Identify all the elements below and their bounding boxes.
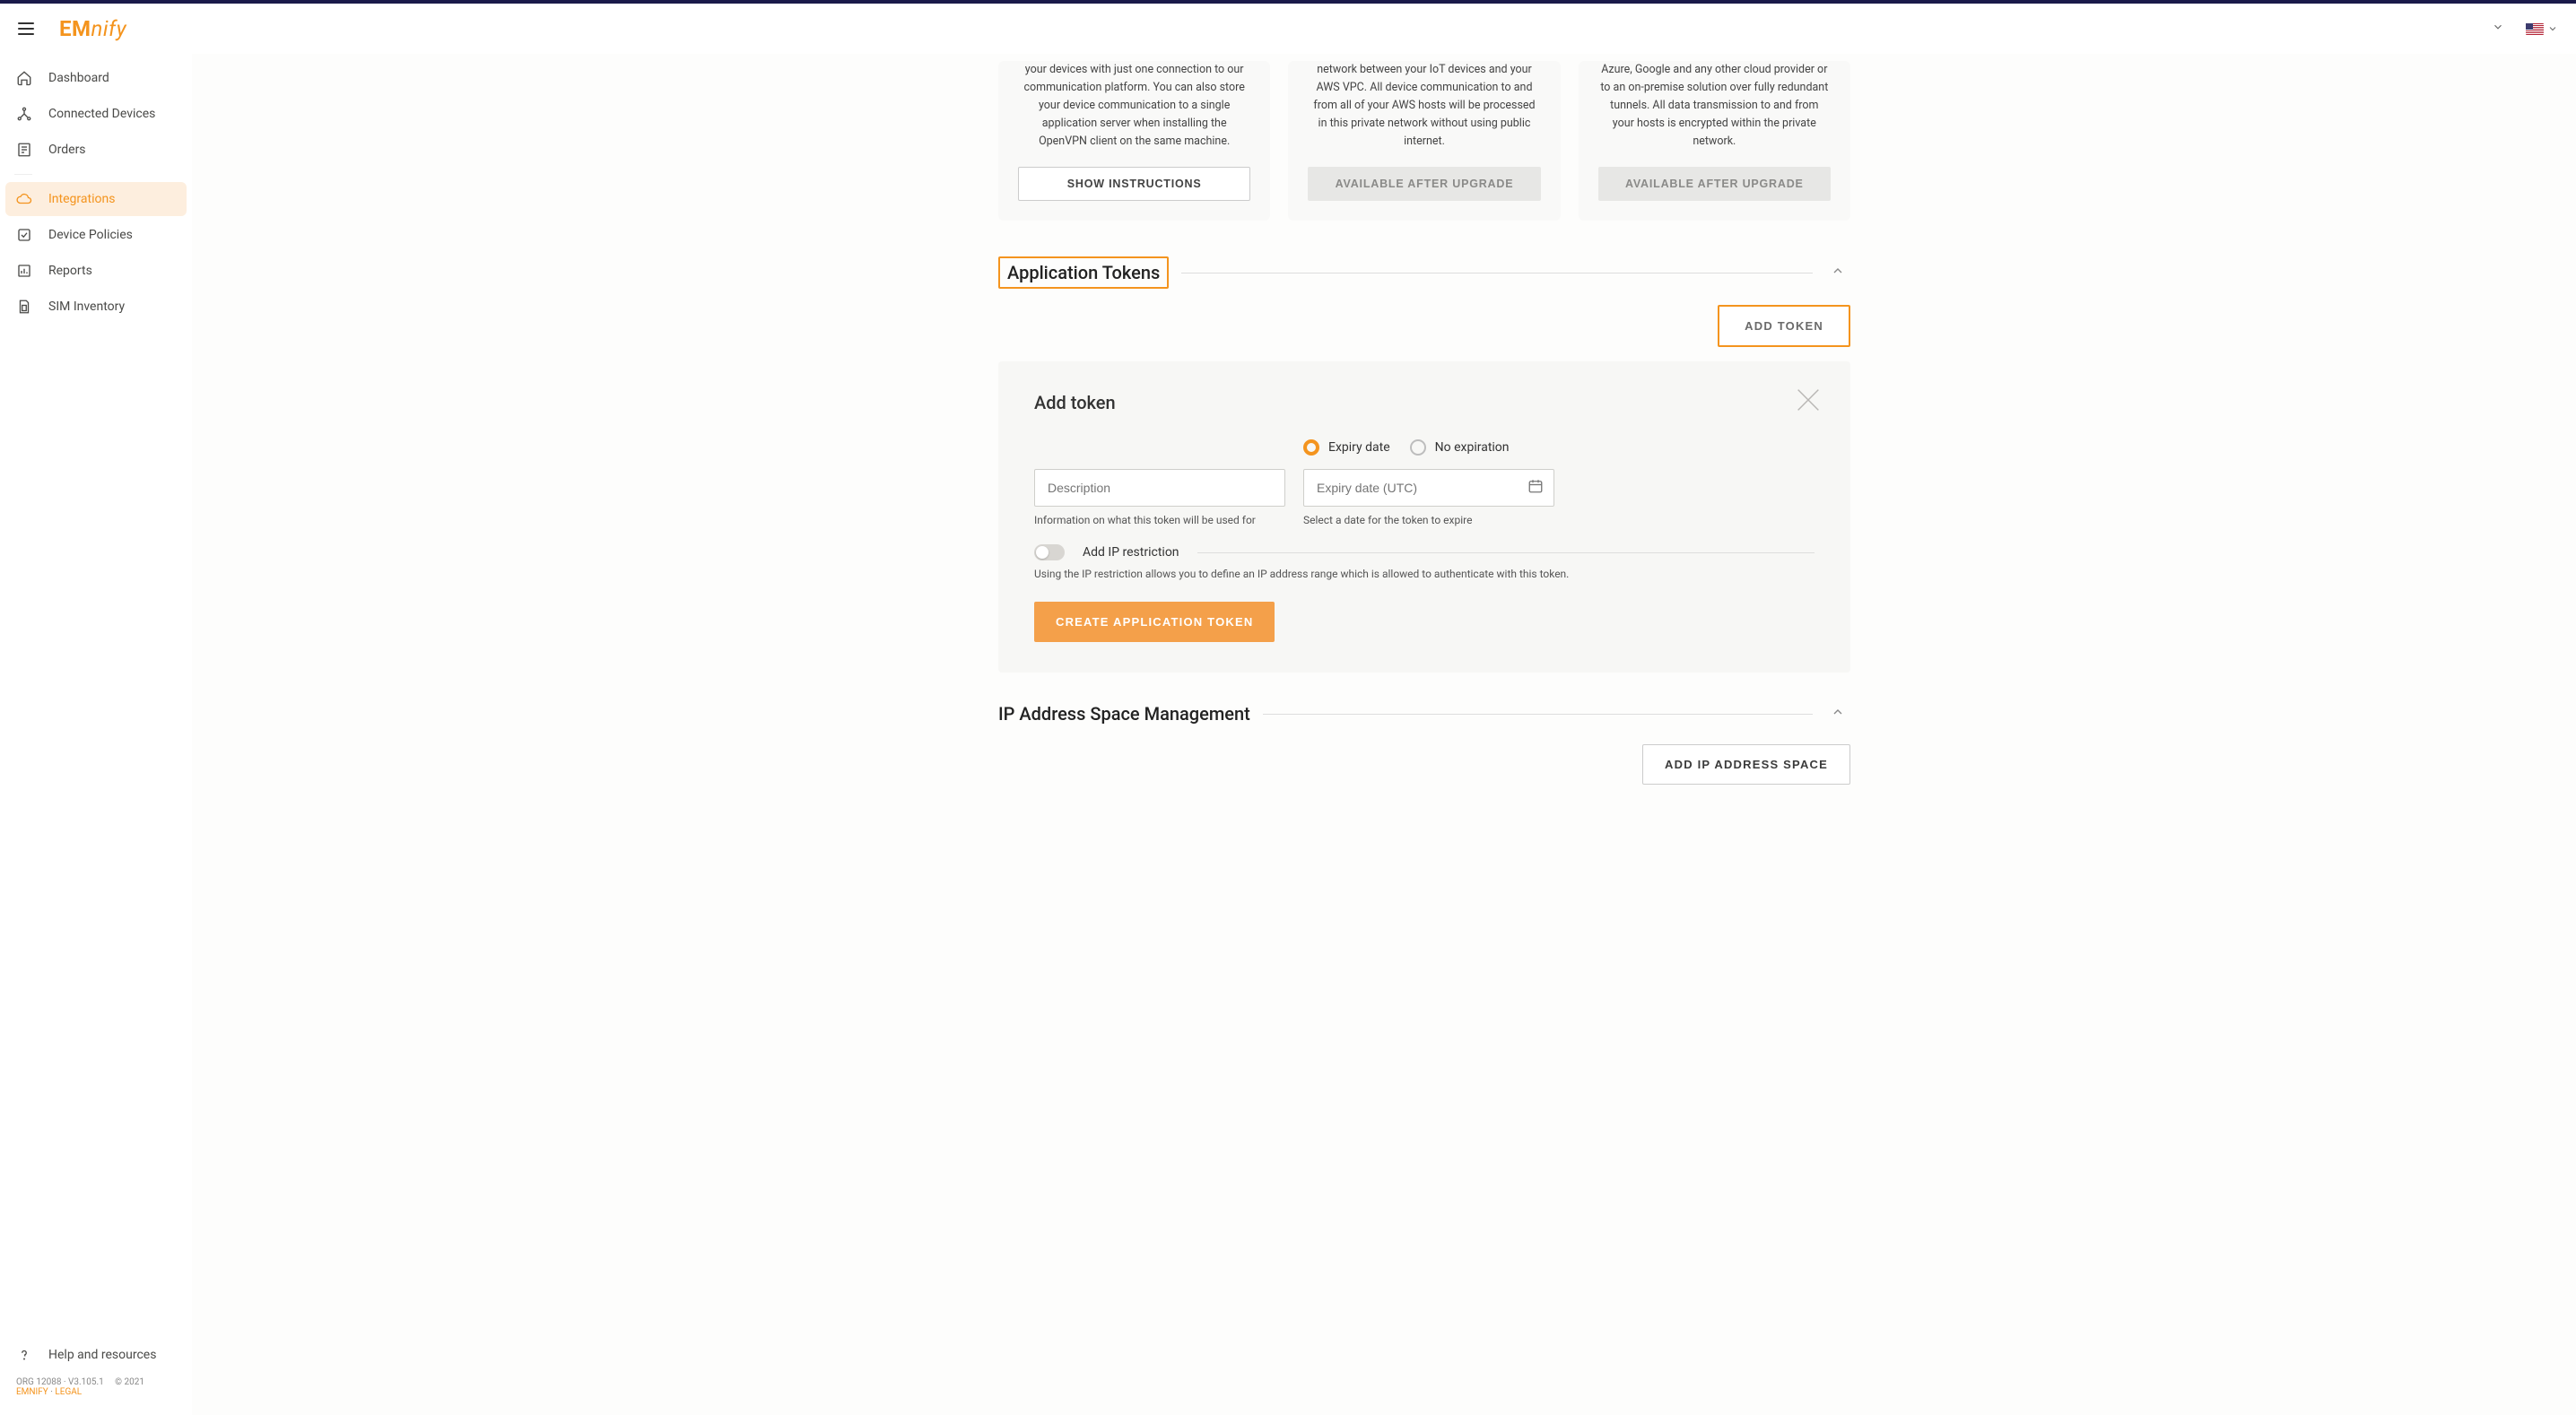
section-application-tokens-header: Application Tokens <box>998 256 1850 289</box>
ip-restriction-toggle[interactable] <box>1034 544 1065 560</box>
sidebar: Dashboard Connected Devices Orders Integ <box>0 4 192 1415</box>
radio-label: Expiry date <box>1328 440 1390 455</box>
section-title: IP Address Space Management <box>998 703 1250 725</box>
footer-org: ORG 12088 · V3.105.1 <box>16 1377 104 1387</box>
expiry-date-input[interactable] <box>1303 469 1554 507</box>
description-input[interactable] <box>1034 469 1285 507</box>
card-description: network between your IoT devices and you… <box>1308 61 1540 151</box>
footer-meta: ORG 12088 · V3.105.1 © 2021 EMNIFY · LEG… <box>11 1372 181 1406</box>
upgrade-required-button: AVAILABLE AFTER UPGRADE <box>1598 167 1831 201</box>
sidebar-item-connected-devices[interactable]: Connected Devices <box>5 97 187 131</box>
policies-icon <box>16 227 32 243</box>
sidebar-item-sim-inventory[interactable]: SIM Inventory <box>5 290 187 324</box>
panel-title: Add token <box>1034 392 1815 413</box>
logo[interactable]: EMnify <box>59 16 126 41</box>
sidebar-item-label: Device Policies <box>48 228 133 242</box>
flag-us-icon <box>2526 23 2544 35</box>
sidebar-item-label: Dashboard <box>48 71 109 85</box>
footer-link-legal[interactable]: LEGAL <box>55 1387 82 1397</box>
sidebar-item-dashboard[interactable]: Dashboard <box>5 61 187 95</box>
chevron-down-icon <box>2547 23 2558 34</box>
integration-card-cloud: Azure, Google and any other cloud provid… <box>1579 61 1850 221</box>
card-description: your devices with just one connection to… <box>1018 61 1250 151</box>
radio-checked-icon <box>1303 439 1319 456</box>
footer-copy: © 2021 <box>115 1377 144 1387</box>
expiry-hint: Select a date for the token to expire <box>1303 514 1554 526</box>
ip-restriction-hint: Using the IP restriction allows you to d… <box>1034 568 1815 580</box>
sidebar-item-label: Reports <box>48 264 92 278</box>
upgrade-required-button: AVAILABLE AFTER UPGRADE <box>1308 167 1540 201</box>
orders-icon <box>16 142 32 158</box>
sidebar-item-label: SIM Inventory <box>48 299 125 314</box>
cloud-icon <box>16 191 32 207</box>
close-panel-button[interactable] <box>1793 385 1823 415</box>
footer-link-emnify[interactable]: EMNIFY <box>16 1387 48 1397</box>
help-and-resources[interactable]: Help and resources <box>11 1338 181 1372</box>
home-icon <box>16 70 32 86</box>
create-application-token-button[interactable]: CREATE APPLICATION TOKEN <box>1034 602 1275 642</box>
topbar: EMnify <box>0 4 2576 54</box>
sim-icon <box>16 299 32 315</box>
sidebar-item-label: Integrations <box>48 192 115 206</box>
language-selector[interactable] <box>2526 23 2558 35</box>
help-label: Help and resources <box>48 1348 156 1362</box>
integration-cards: your devices with just one connection to… <box>998 61 1850 221</box>
logo-text-1: EM <box>59 16 91 41</box>
account-dropdown[interactable] <box>2492 21 2504 37</box>
add-token-button[interactable]: ADD TOKEN <box>1718 305 1850 347</box>
collapse-section-button[interactable] <box>1825 699 1850 728</box>
sidebar-item-integrations[interactable]: Integrations <box>5 182 187 216</box>
reports-icon <box>16 263 32 279</box>
card-description: Azure, Google and any other cloud provid… <box>1598 61 1831 151</box>
section-ip-space-header: IP Address Space Management <box>998 699 1850 728</box>
collapse-section-button[interactable] <box>1825 258 1850 287</box>
description-hint: Information on what this token will be u… <box>1034 514 1285 526</box>
radio-unchecked-icon <box>1410 439 1426 456</box>
add-ip-address-space-button[interactable]: ADD IP ADDRESS SPACE <box>1642 744 1850 785</box>
sidebar-item-reports[interactable]: Reports <box>5 254 187 288</box>
ip-restriction-label: Add IP restriction <box>1083 545 1179 560</box>
logo-text-2: nify <box>91 16 127 41</box>
integration-card-aws: network between your IoT devices and you… <box>1288 61 1560 221</box>
sidebar-item-label: Orders <box>48 143 86 157</box>
help-icon <box>16 1347 32 1363</box>
sidebar-item-label: Connected Devices <box>48 107 155 121</box>
section-title: Application Tokens <box>998 256 1169 289</box>
sidebar-item-orders[interactable]: Orders <box>5 133 187 167</box>
menu-toggle[interactable] <box>18 22 34 35</box>
devices-icon <box>16 106 32 122</box>
expiry-date-radio[interactable]: Expiry date <box>1303 439 1390 456</box>
add-token-panel: Add token Information on what this token… <box>998 361 1850 673</box>
sidebar-item-device-policies[interactable]: Device Policies <box>5 218 187 252</box>
no-expiration-radio[interactable]: No expiration <box>1410 439 1510 456</box>
integration-card-openvpn: your devices with just one connection to… <box>998 61 1270 221</box>
show-instructions-button[interactable]: SHOW INSTRUCTIONS <box>1018 167 1250 201</box>
radio-label: No expiration <box>1435 440 1510 455</box>
main-content: your devices with just one connection to… <box>192 4 2576 1415</box>
